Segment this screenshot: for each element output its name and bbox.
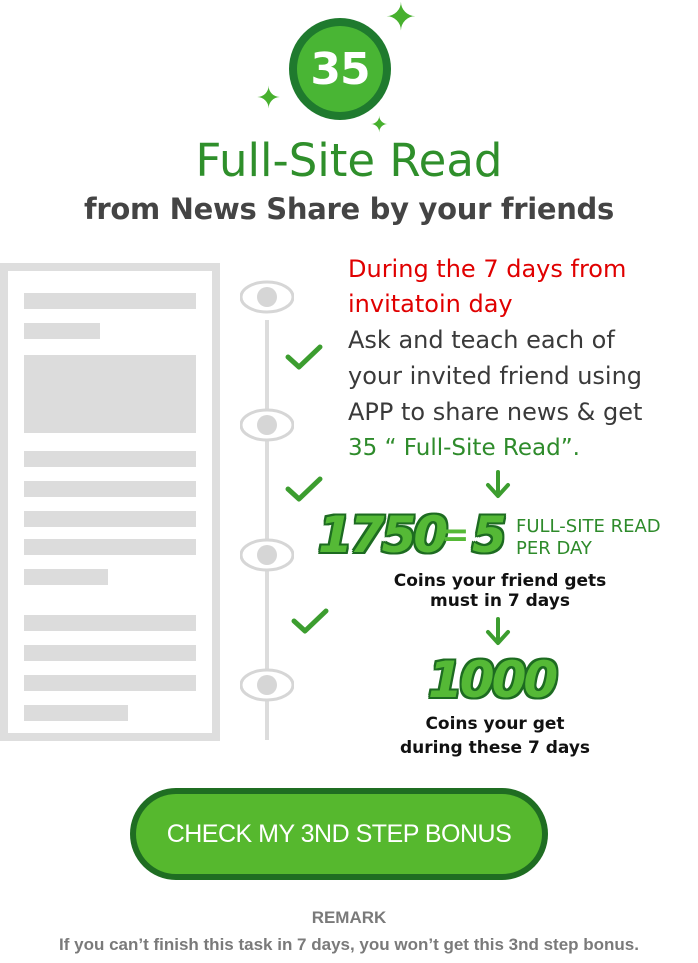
- document-illustration: [0, 263, 220, 741]
- check-icon: [291, 608, 329, 634]
- check-bonus-button[interactable]: CHECK MY 3ND STEP BONUS: [130, 788, 548, 880]
- remark-title: REMARK: [311, 908, 387, 927]
- badge-number: 35: [297, 26, 383, 112]
- reads-unit-line: PER DAY: [516, 538, 592, 559]
- coins-amount: 1750: [318, 506, 448, 564]
- caption-line: Coins your friend gets: [393, 571, 607, 591]
- page-subtitle: from News Share by your friends: [84, 192, 614, 226]
- equals-sign: =: [441, 515, 470, 555]
- sparkle-icon: ✦: [256, 81, 282, 116]
- reads-amount: 5: [472, 506, 507, 564]
- caption-line: during these 7 days: [399, 738, 591, 758]
- page-title: Full-Site Read: [195, 134, 503, 187]
- instruction-body: Ask and teach each of your invited frien…: [348, 322, 693, 430]
- check-bonus-label: CHECK MY 3ND STEP BONUS: [136, 794, 542, 874]
- reads-unit: FULL-SITE READ PER DAY: [516, 516, 698, 560]
- eye-icon: [240, 668, 294, 702]
- instruction-period: During the 7 days from invitatoin day: [348, 252, 688, 322]
- reward-coins: 1000: [428, 651, 558, 709]
- arrow-down-icon: [486, 617, 510, 645]
- caption-line: Coins your get: [425, 714, 565, 734]
- check-icon: [285, 344, 323, 370]
- instruction-line: During the 7 days from: [348, 255, 627, 283]
- eye-icon: [240, 538, 294, 572]
- remark-text: If you can’t finish this task in 7 days,…: [59, 935, 639, 954]
- eye-icon: [240, 408, 294, 442]
- instruction-line: invitatoin day: [348, 290, 513, 318]
- instruction-line: your invited friend using: [348, 362, 643, 390]
- coins-caption: Coins your friend gets must in 7 days: [350, 571, 650, 611]
- instruction-goal: 35 “ Full-Site Read”.: [348, 435, 580, 461]
- instruction-line: APP to share news & get: [348, 398, 643, 426]
- eye-icon: [240, 280, 294, 314]
- badge-35: 35: [289, 18, 391, 120]
- reads-unit-line: FULL-SITE READ: [516, 516, 661, 537]
- reward-caption: Coins your get during these 7 days: [345, 712, 645, 760]
- instruction-line: Ask and teach each of: [348, 326, 615, 354]
- arrow-down-icon: [486, 470, 510, 498]
- sparkle-icon: ✦: [385, 0, 417, 39]
- caption-line: must in 7 days: [430, 591, 570, 611]
